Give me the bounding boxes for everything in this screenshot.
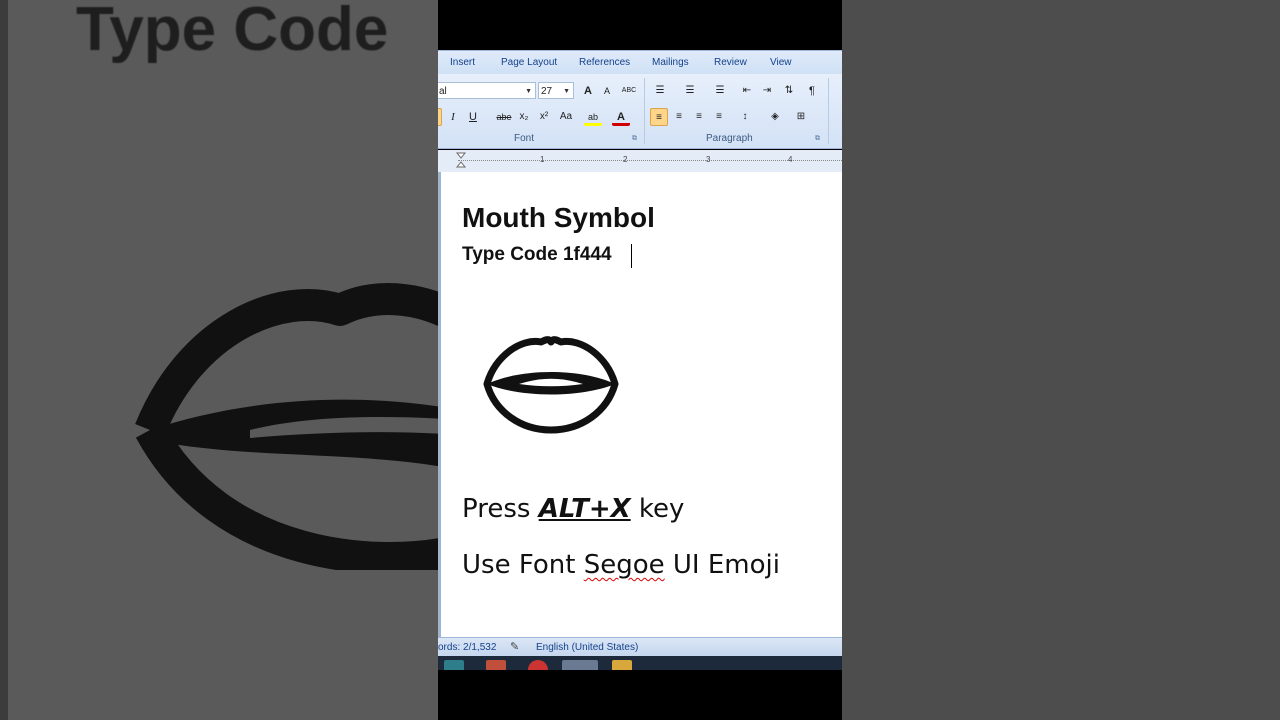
tab-references[interactable]: References	[579, 57, 630, 68]
group-separator	[644, 78, 645, 144]
ruler-number: 4	[788, 155, 793, 164]
ruler-number: 2	[623, 155, 628, 164]
document-heading: Mouth Symbol	[462, 202, 655, 233]
grow-font-button[interactable]: A	[579, 82, 597, 100]
strikethrough-button[interactable]: abe	[492, 108, 516, 126]
font-name-misspelled: Segoe	[583, 550, 665, 580]
tab-insert[interactable]: Insert	[450, 57, 475, 68]
background-zoom-text: Type Code	[76, 0, 389, 64]
press-prefix: Press	[462, 494, 539, 524]
multilevel-list-icon[interactable]: ☰	[711, 82, 729, 100]
horizontal-ruler: 1 2 3 4	[438, 150, 842, 173]
proofing-icon[interactable]: ✎	[510, 640, 519, 653]
underline-label: U	[469, 111, 477, 123]
align-center-icon[interactable]: ≡	[670, 108, 688, 126]
subscript-label: x₂	[519, 111, 529, 122]
change-case-button[interactable]: Aa	[555, 108, 577, 126]
shading-icon[interactable]: ◈	[766, 108, 784, 126]
clear-format-label: ABC	[621, 87, 637, 94]
press-suffix: key	[630, 494, 685, 524]
font-color-button[interactable]: A	[612, 108, 630, 126]
bullets-icon[interactable]: ☰	[651, 82, 669, 100]
chevron-down-icon: ▼	[563, 88, 570, 95]
font-suffix: UI Emoji	[664, 550, 780, 580]
font-group-label: Font	[514, 133, 535, 144]
paragraph-group-label: Paragraph	[706, 133, 753, 144]
chevron-down-icon: ▼	[525, 88, 532, 95]
highlight-button[interactable]: ab	[584, 108, 602, 126]
clear-format-button[interactable]: ABC	[620, 82, 638, 100]
shrink-font-label: A	[603, 86, 610, 96]
shrink-font-button[interactable]: A	[598, 82, 616, 100]
show-marks-label: ¶	[809, 85, 815, 97]
numbering-icon[interactable]: ☰	[681, 82, 699, 100]
word-window: Insert Page Layout References Mailings R…	[438, 0, 842, 720]
bold-button[interactable]	[438, 108, 442, 126]
ruler-number: 3	[706, 155, 711, 164]
align-left-icon[interactable]: ≡	[650, 108, 668, 126]
language-indicator[interactable]: English (United States)	[536, 642, 638, 653]
font-name-value: al	[439, 86, 447, 97]
sort-icon[interactable]: ⇅	[780, 82, 798, 100]
mouth-icon	[483, 336, 619, 434]
font-dialog-launcher-icon[interactable]: ⧉	[632, 135, 637, 143]
indent-marker-icon[interactable]	[456, 152, 466, 168]
subscript-button[interactable]: x₂	[515, 108, 533, 126]
paragraph-dialog-launcher-icon[interactable]: ⧉	[815, 135, 820, 143]
press-key: ALT+X	[538, 494, 631, 524]
taskbar-app-icon[interactable]	[528, 660, 548, 670]
highlight-label: ab	[587, 112, 598, 122]
borders-icon[interactable]: ⊞	[792, 108, 810, 126]
document-page[interactable]: Mouth Symbol Type Code 1f444 Press ALT+X…	[438, 172, 842, 637]
font-size-dropdown[interactable]: 27 ▼	[538, 82, 574, 99]
text-cursor	[631, 244, 632, 268]
background-mouth-icon	[135, 283, 438, 570]
font-color-label: A	[617, 111, 625, 123]
strikethrough-label: abe	[496, 112, 512, 122]
ribbon-tab-bar: Insert Page Layout References Mailings R…	[438, 50, 842, 75]
superscript-button[interactable]: x²	[535, 108, 553, 126]
justify-icon[interactable]: ≡	[710, 108, 728, 126]
font-size-value: 27	[541, 86, 553, 97]
tab-mailings[interactable]: Mailings	[652, 57, 689, 68]
italic-label: I	[451, 111, 455, 123]
underline-button[interactable]: U	[464, 108, 482, 126]
taskbar-app-icon[interactable]	[486, 660, 506, 670]
status-bar: ords: 2/1,532 ✎ English (United States)	[438, 637, 842, 657]
italic-button[interactable]: I	[444, 108, 462, 126]
line-spacing-icon[interactable]: ↕	[736, 108, 754, 126]
ruler-number: 1	[540, 155, 545, 164]
word-count[interactable]: ords: 2/1,532	[438, 642, 496, 653]
change-case-label: Aa	[559, 111, 573, 122]
font-instruction: Use Font Segoe UI Emoji	[462, 550, 780, 580]
font-prefix: Use Font	[462, 550, 584, 580]
tab-view[interactable]: View	[770, 57, 792, 68]
align-right-icon[interactable]: ≡	[690, 108, 708, 126]
taskbar-app-icon[interactable]	[444, 660, 464, 670]
background-strip	[0, 0, 8, 720]
increase-indent-icon[interactable]: ⇥	[758, 82, 776, 100]
taskbar-folder-icon[interactable]	[612, 660, 632, 670]
superscript-label: x²	[539, 111, 549, 122]
ruler-ticks	[458, 160, 842, 162]
show-marks-button[interactable]: ¶	[803, 82, 821, 100]
taskbar	[438, 656, 842, 670]
taskbar-word-icon[interactable]	[562, 660, 598, 670]
ribbon-body: al ▼ 27 ▼ A A ABC I U abe x₂ x² Aa ab A …	[438, 74, 842, 149]
tab-page-layout[interactable]: Page Layout	[501, 57, 557, 68]
background-zoom-left: Type Code	[0, 0, 438, 720]
tab-review[interactable]: Review	[714, 57, 747, 68]
decrease-indent-icon[interactable]: ⇤	[738, 82, 756, 100]
group-separator	[828, 78, 829, 144]
background-right	[842, 0, 1280, 720]
grow-font-label: A	[584, 85, 592, 97]
font-name-dropdown[interactable]: al ▼	[438, 82, 536, 99]
document-subheading: Type Code 1f444	[462, 244, 612, 265]
press-instruction: Press ALT+X key	[462, 494, 684, 524]
